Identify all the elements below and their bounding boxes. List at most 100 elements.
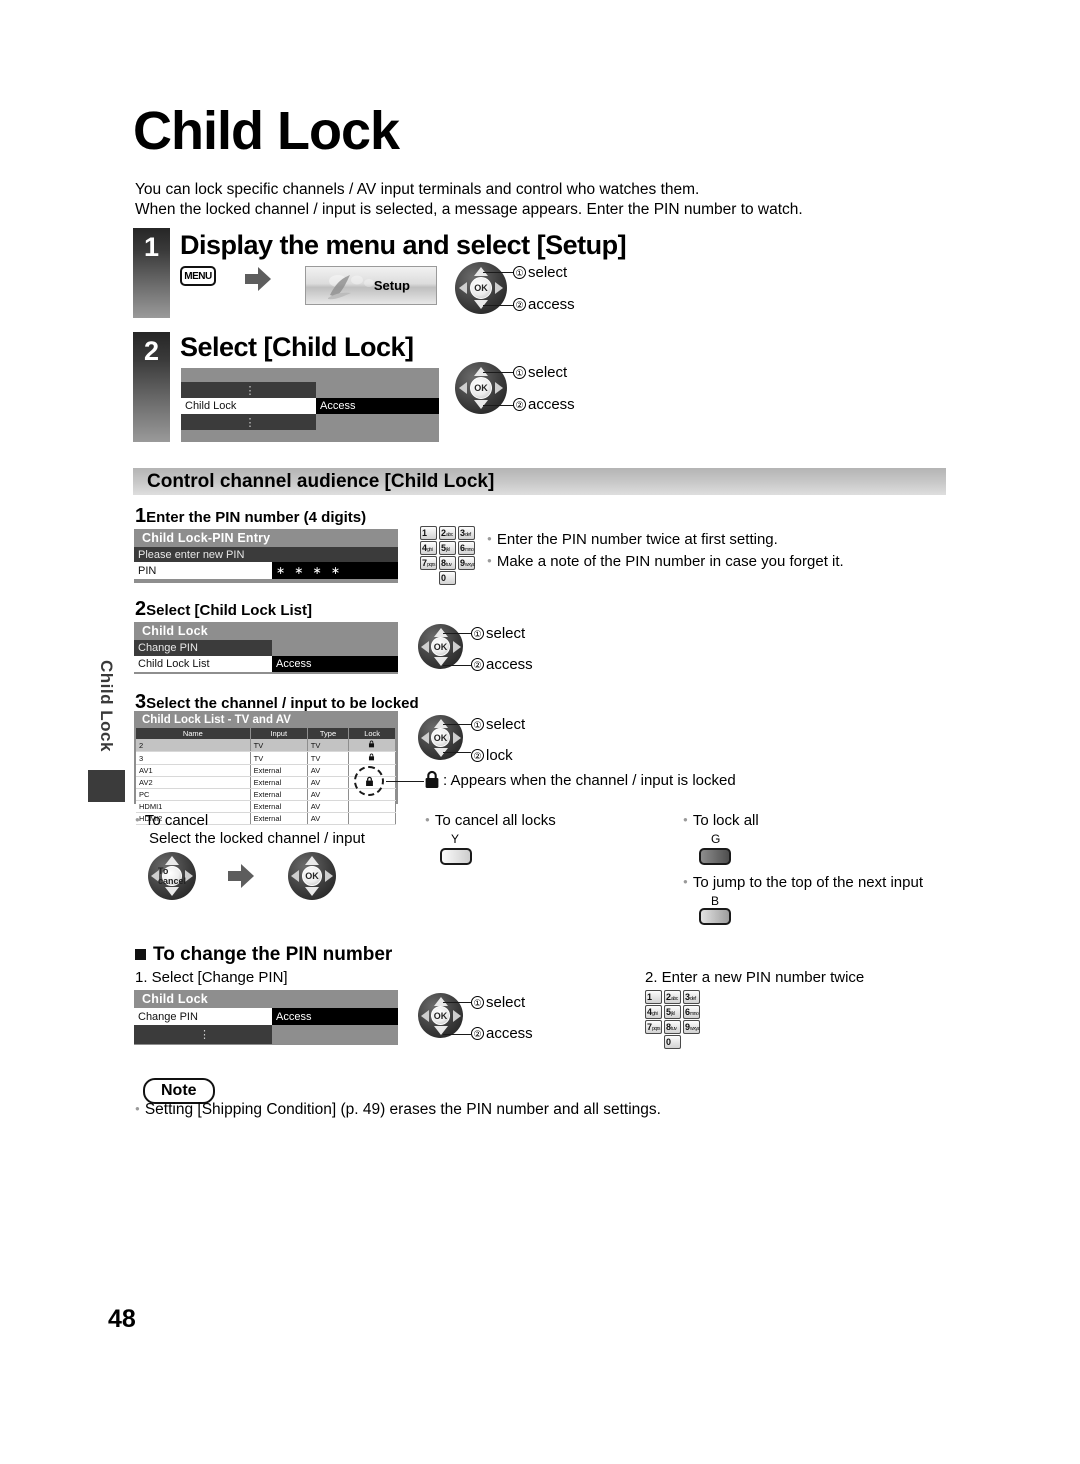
dpad-down-icon[interactable] — [305, 887, 319, 896]
keypad-key-1[interactable]: 1 — [420, 526, 437, 540]
dpad-left-icon[interactable] — [421, 732, 429, 744]
dpad-up-icon[interactable] — [165, 856, 179, 865]
keypad-key-9[interactable]: 9wxyz — [458, 556, 475, 570]
keypad-key-2[interactable]: 2abc — [439, 526, 456, 540]
osd-row-label: ⋮ — [181, 414, 316, 430]
keypad-key-4[interactable]: 4ghi — [420, 541, 437, 555]
marker-2: ② — [471, 658, 484, 671]
marker-2: ② — [513, 298, 526, 311]
lock-legend-icon-wrap — [424, 770, 440, 794]
change-pin-dpad[interactable]: OK — [418, 993, 463, 1038]
blue-color-button[interactable] — [699, 908, 731, 925]
osd-row-value[interactable]: Access — [272, 1008, 398, 1025]
dpad-down-icon[interactable] — [165, 887, 179, 896]
green-color-button[interactable] — [699, 848, 731, 865]
table-row[interactable]: HDMI1 External AV — [136, 800, 396, 813]
keypad-key-3[interactable]: 3def — [683, 990, 700, 1004]
keypad-key-8[interactable]: 8tuv — [664, 1020, 681, 1034]
keypad-key-7[interactable]: 7pqrs — [420, 556, 437, 570]
table-row[interactable]: 2 TV TV — [136, 739, 396, 752]
step-2-dpad[interactable]: OK — [455, 362, 507, 414]
cell-input: External — [250, 788, 308, 801]
dpad-ok-button[interactable]: OK — [470, 277, 492, 299]
cell-lock[interactable] — [348, 800, 396, 813]
keypad-key-5[interactable]: 5jkl — [664, 1005, 681, 1019]
cell-lock[interactable] — [348, 739, 396, 752]
dpad-ok-button[interactable]: OK — [431, 728, 450, 747]
sub-2-select-label: ① select — [471, 625, 525, 642]
osd-row-label[interactable]: Change PIN — [134, 1008, 272, 1025]
setup-menu-banner[interactable]: Setup — [305, 266, 437, 305]
step-1-number-bar: 1 — [133, 228, 170, 318]
sub-step-2-dpad[interactable]: OK — [418, 624, 463, 669]
cell-lock[interactable] — [348, 751, 396, 765]
osd-row-value[interactable]: Access — [272, 656, 398, 672]
table-row[interactable]: 3 TV TV — [136, 751, 396, 765]
osd-row-label[interactable]: Change PIN — [134, 640, 272, 656]
table-header-row: Name Input Type Lock — [136, 728, 396, 739]
dpad-right-icon[interactable] — [325, 870, 333, 882]
access-text: access — [486, 1025, 533, 1042]
cell-name: AV1 — [136, 764, 251, 777]
keypad-key-5[interactable]: 5jkl — [439, 541, 456, 555]
dpad-left-icon[interactable] — [421, 641, 429, 653]
keypad-key-7[interactable]: 7pqrs — [645, 1020, 662, 1034]
yellow-color-button[interactable] — [440, 848, 472, 865]
dpad-right-icon[interactable] — [495, 282, 503, 294]
dpad-left-icon[interactable] — [291, 870, 299, 882]
keypad-key-0[interactable]: 0 — [664, 1035, 681, 1049]
cell-lock[interactable] — [348, 812, 396, 825]
dpad-ok-button[interactable]: OK — [302, 866, 322, 886]
dpad-right-icon[interactable] — [185, 870, 193, 882]
step-1-dpad[interactable]: OK — [455, 262, 507, 314]
cancel-dpad-2[interactable]: OK — [288, 852, 336, 900]
dpad-ok-button[interactable]: OK — [431, 1006, 450, 1025]
osd-row-child-lock-list[interactable]: Child Lock List Access — [134, 656, 398, 672]
dpad-left-icon[interactable] — [421, 1010, 429, 1022]
osd-row-child-lock[interactable]: Child Lock Access — [181, 398, 439, 414]
numeric-keypad-pin[interactable]: 1 2abc 3def 4ghi 5jkl 6mno 7pqrs 8tuv 9w… — [420, 526, 480, 585]
osd-row-label[interactable]: Child Lock List — [134, 656, 272, 672]
step-2-heading: Select [Child Lock] — [180, 332, 414, 362]
step-1-select-label: ① select — [513, 264, 567, 281]
keypad-key-8[interactable]: 8tuv — [439, 556, 456, 570]
dpad-left-icon[interactable] — [459, 282, 467, 294]
osd-row-value[interactable]: Access — [316, 398, 439, 414]
sub-3-select-label: ① select — [471, 716, 525, 733]
keypad-key-9[interactable]: 9wxyz — [683, 1020, 700, 1034]
dpad-ok-button[interactable]: To cancel — [158, 866, 186, 886]
dpad-right-icon[interactable] — [453, 732, 461, 744]
sub-step-3-number: 3 — [135, 691, 147, 713]
osd-row-change-pin[interactable]: Change PIN Access — [134, 1008, 398, 1025]
access-text: access — [528, 396, 575, 413]
numeric-keypad-change-pin[interactable]: 1 2abc 3def 4ghi 5jkl 6mno 7pqrs 8tuv 9w… — [645, 990, 705, 1049]
dpad-up-icon[interactable] — [305, 856, 319, 865]
dpad-right-icon[interactable] — [453, 1010, 461, 1022]
keypad-key-4[interactable]: 4ghi — [645, 1005, 662, 1019]
pin-field-value[interactable]: ∗ ∗ ∗ ∗ — [272, 562, 398, 579]
cancel-all-key-label: Y — [451, 832, 460, 846]
dpad-right-icon[interactable] — [453, 641, 461, 653]
dpad-right-icon[interactable] — [495, 382, 503, 394]
intro-line-1: You can lock specific channels / AV inpu… — [135, 181, 700, 198]
keypad-key-1[interactable]: 1 — [645, 990, 662, 1004]
cancel-dpad-1[interactable]: To cancel — [148, 852, 196, 900]
bullet-square-icon — [135, 949, 146, 960]
keypad-key-6[interactable]: 6mno — [458, 541, 475, 555]
osd-row-label[interactable]: Child Lock — [181, 398, 316, 414]
dpad-ok-button[interactable]: OK — [470, 377, 492, 399]
keypad-key-6[interactable]: 6mno — [683, 1005, 700, 1019]
osd-row-dots-bottom: ⋮ — [181, 414, 439, 430]
keypad-key-0[interactable]: 0 — [439, 571, 456, 585]
pin-note-2: Make a note of the PIN number in case yo… — [487, 550, 927, 572]
menu-key-button[interactable]: MENU — [180, 266, 216, 286]
pin-entry-field-row[interactable]: PIN ∗ ∗ ∗ ∗ — [134, 562, 398, 579]
dpad-ok-button[interactable]: OK — [431, 637, 450, 656]
dpad-left-icon[interactable] — [459, 382, 467, 394]
access-text: access — [486, 656, 533, 673]
keypad-key-3[interactable]: 3def — [458, 526, 475, 540]
osd-row-change-pin[interactable]: Change PIN — [134, 640, 398, 656]
sub-step-3-dpad[interactable]: OK — [418, 715, 463, 760]
keypad-key-2[interactable]: 2abc — [664, 990, 681, 1004]
sub-3-lock-label: ② lock — [471, 747, 513, 764]
